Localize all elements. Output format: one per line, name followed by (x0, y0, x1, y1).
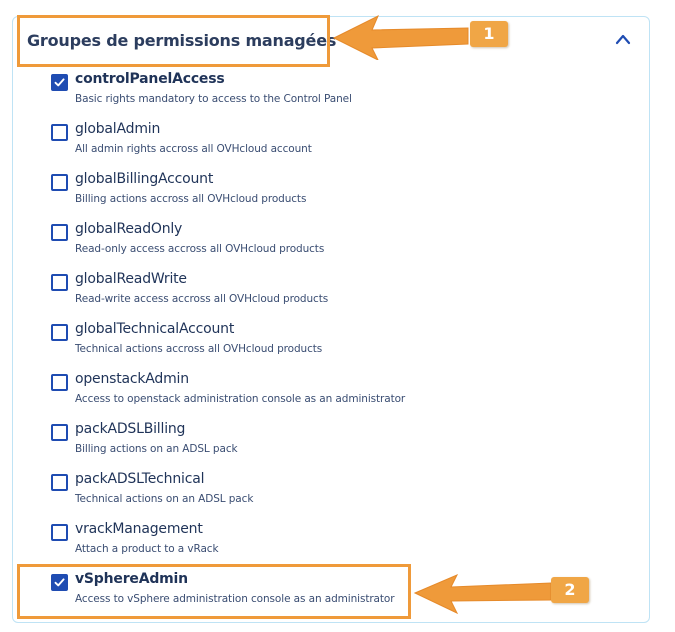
permission-description: Technical actions accross all OVHcloud p… (75, 343, 323, 355)
permission-description: Read-write access accross all OVHcloud p… (75, 293, 329, 305)
permission-name[interactable]: packADSLTechnical (75, 471, 204, 487)
permission-checkbox[interactable] (51, 224, 68, 241)
permission-name[interactable]: vrackManagement (75, 521, 203, 537)
check-icon (54, 578, 65, 587)
permission-item-globalBillingAccount[interactable]: globalBillingAccount Billing actions accr… (51, 171, 411, 217)
permission-checkbox[interactable] (51, 424, 68, 441)
permission-name[interactable]: globalReadOnly (75, 221, 182, 237)
permission-item-globalTechnicalAccount[interactable]: globalTechnicalAccount Technical actions … (51, 321, 411, 367)
permission-description: Billing actions accross all OVHcloud pro… (75, 193, 307, 205)
permission-checkbox[interactable] (51, 124, 68, 141)
permission-checkbox[interactable] (51, 74, 68, 91)
permission-name[interactable]: controlPanelAccess (75, 71, 225, 87)
annotation-badge-2: 2 (551, 577, 589, 603)
permission-checkbox[interactable] (51, 524, 68, 541)
permission-checkbox[interactable] (51, 324, 68, 341)
permission-name[interactable]: openstackAdmin (75, 371, 189, 387)
permission-item-globalReadWrite[interactable]: globalReadWrite Read-write access accross… (51, 271, 411, 317)
permission-item-openstackAdmin[interactable]: openstackAdmin Access to openstack admini… (51, 371, 411, 417)
permission-item-vrackManagement[interactable]: vrackManagement Attach a product to a vRa… (51, 521, 411, 567)
permission-checkbox[interactable] (51, 274, 68, 291)
permission-name[interactable]: vSphereAdmin (75, 571, 188, 587)
permission-description: Technical actions on an ADSL pack (75, 493, 254, 505)
permission-checkbox[interactable] (51, 474, 68, 491)
permission-description: All admin rights accross all OVHcloud ac… (75, 143, 312, 155)
permission-description: Access to openstack administration conso… (75, 393, 406, 405)
permission-name[interactable]: globalTechnicalAccount (75, 321, 234, 337)
permission-item-globalReadOnly[interactable]: globalReadOnly Read-only access accross a… (51, 221, 411, 267)
permission-item-packADSLBilling[interactable]: packADSLBilling Billing actions on an ADS… (51, 421, 411, 467)
panel-title[interactable]: Groupes de permissions managées (27, 31, 336, 50)
permission-item-globalAdmin[interactable]: globalAdmin All admin rights accross all … (51, 121, 411, 167)
check-icon (54, 78, 65, 87)
permission-name[interactable]: globalBillingAccount (75, 171, 213, 187)
permission-item-controlPanelAccess[interactable]: controlPanelAccess Basic rights mandatory… (51, 71, 411, 117)
permission-description: Attach a product to a vRack (75, 543, 219, 555)
permission-description: Access to vSphere administration console… (75, 593, 395, 605)
chevron-up-icon[interactable] (613, 31, 633, 47)
annotation-badge-1: 1 (470, 21, 508, 47)
permission-name[interactable]: globalAdmin (75, 121, 160, 137)
permission-name[interactable]: packADSLBilling (75, 421, 185, 437)
permission-name[interactable]: globalReadWrite (75, 271, 187, 287)
permission-description: Read-only access accross all OVHcloud pr… (75, 243, 325, 255)
permission-checkbox[interactable] (51, 174, 68, 191)
permission-description: Billing actions on an ADSL pack (75, 443, 238, 455)
permission-checkbox[interactable] (51, 374, 68, 391)
permission-description: Basic rights mandatory to access to the … (75, 93, 352, 105)
permission-item-packADSLTechnical[interactable]: packADSLTechnical Technical actions on an… (51, 471, 411, 517)
permission-item-vSphereAdmin[interactable]: vSphereAdmin Access to vSphere administra… (51, 571, 411, 617)
permission-checkbox[interactable] (51, 574, 68, 591)
